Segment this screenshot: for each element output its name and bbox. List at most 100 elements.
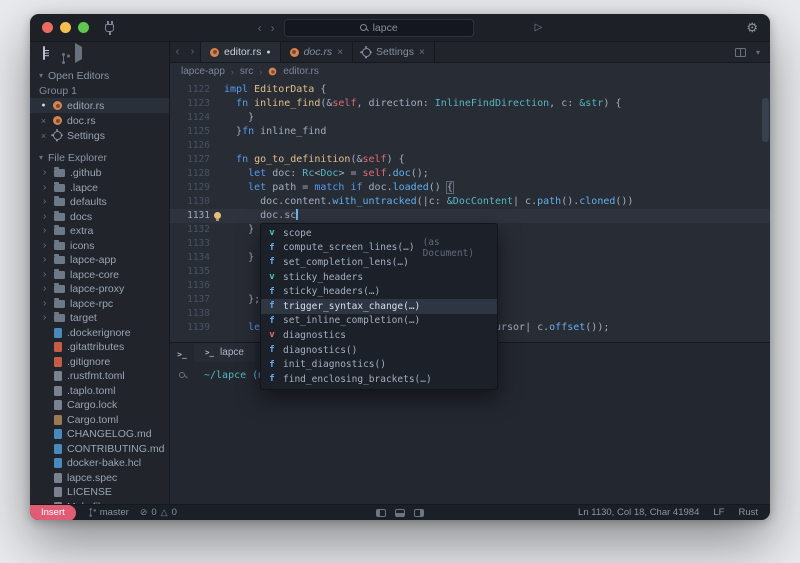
tab-label: editor.rs: [224, 46, 261, 58]
debug-icon[interactable]: [75, 47, 82, 59]
file-explorer-folder[interactable]: ›.github: [30, 166, 169, 181]
modified-dot[interactable]: ●: [39, 102, 48, 109]
close-icon[interactable]: ×: [419, 47, 425, 58]
tab-back-icon[interactable]: ‹: [170, 42, 185, 62]
code-text: fn go_to_definition(&self) {: [210, 153, 405, 167]
command-palette[interactable]: lapce: [284, 19, 474, 37]
file-name: .gitignore: [67, 356, 110, 368]
file-explorer-icon[interactable]: [43, 47, 45, 59]
eol-indicator[interactable]: LF: [713, 507, 724, 518]
editor-tab[interactable]: editor.rs●: [200, 42, 281, 62]
code-token: (): [429, 182, 447, 193]
code-text: [210, 279, 224, 293]
close-icon[interactable]: ×: [39, 116, 48, 126]
completion-label: find_enclosing_brackets(…): [283, 374, 432, 385]
file-explorer-folder[interactable]: ›.lapce: [30, 181, 169, 196]
chevron-right-icon: ›: [43, 226, 49, 236]
file-explorer-file[interactable]: .gitattributes: [30, 340, 169, 355]
open-editor-item[interactable]: ×doc.rs: [30, 113, 169, 128]
file-explorer-folder[interactable]: ›docs: [30, 210, 169, 225]
completion-item[interactable]: fset_inline_completion(…): [261, 314, 497, 329]
code-line: 1130 doc.content.with_untracked(|c: &Doc…: [170, 195, 770, 209]
code-action-lightbulb-icon[interactable]: [214, 212, 221, 219]
folder-icon: [54, 314, 65, 322]
file-explorer-folder[interactable]: › lapce-app: [30, 253, 169, 268]
completion-item[interactable]: finit_diagnostics(): [261, 357, 497, 372]
file-explorer-file[interactable]: LICENSE: [30, 485, 169, 500]
file-explorer-folder[interactable]: ›lapce-proxy: [30, 282, 169, 297]
file-explorer-folder[interactable]: ›lapce-rpc: [30, 297, 169, 312]
tab-menu-icon[interactable]: ▾: [756, 48, 760, 57]
close-icon[interactable]: ×: [39, 131, 48, 141]
completion-label: set_inline_completion(…): [283, 315, 420, 326]
gear-icon: [362, 48, 371, 57]
file-explorer-file[interactable]: .taplo.toml: [30, 384, 169, 399]
file-explorer-file[interactable]: CONTRIBUTING.md: [30, 442, 169, 457]
problems-indicator[interactable]: ⊘ 0 △ 0: [140, 507, 177, 518]
file-explorer-file[interactable]: .dockerignore: [30, 326, 169, 341]
folder-name: lapce-app: [70, 254, 116, 266]
completion-label: scope: [283, 228, 312, 239]
line-number: 1122: [170, 83, 210, 97]
chevron-right-icon: ›: [43, 313, 49, 323]
close-icon[interactable]: ×: [337, 47, 343, 58]
breadcrumb-item[interactable]: lapce-app: [181, 66, 225, 77]
back-icon[interactable]: ‹: [258, 22, 262, 34]
folder-icon: [54, 184, 65, 192]
run-button[interactable]: ▷: [535, 22, 543, 33]
code-token: ().: [561, 196, 579, 207]
completion-item[interactable]: fdiagnostics(): [261, 343, 497, 358]
split-editor-icon[interactable]: [735, 48, 746, 57]
completion-item[interactable]: ffind_enclosing_brackets(…): [261, 372, 497, 387]
code-token: Rc: [302, 168, 314, 179]
file-explorer-file[interactable]: Cargo.lock: [30, 398, 169, 413]
file-explorer-file[interactable]: docker-bake.hcl: [30, 456, 169, 471]
completion-item[interactable]: vdiagnostics: [261, 328, 497, 343]
terminal-icon[interactable]: >_: [177, 350, 187, 359]
editor-tab[interactable]: Settings×: [353, 42, 435, 62]
file-explorer-file[interactable]: lapce.spec: [30, 471, 169, 486]
editor-scrollbar[interactable]: [762, 98, 769, 142]
completion-item[interactable]: ftrigger_syntax_change(…): [261, 299, 497, 314]
file-explorer-file[interactable]: Cargo.toml: [30, 413, 169, 428]
toggle-right-panel-icon[interactable]: [414, 509, 424, 517]
completion-item[interactable]: fsticky_headers(…): [261, 284, 497, 299]
file-explorer-file[interactable]: .rustfmt.toml: [30, 369, 169, 384]
branch-indicator[interactable]: master: [87, 507, 129, 518]
completion-item[interactable]: vsticky_headers: [261, 270, 497, 285]
file-explorer-folder[interactable]: ›extra: [30, 224, 169, 239]
open-editors-header[interactable]: ▾ Open Editors: [30, 67, 169, 84]
code-line: 1128 let doc: Rc<Doc> = self.doc();: [170, 167, 770, 181]
tab-forward-icon[interactable]: ›: [185, 42, 200, 62]
completion-item[interactable]: fcompute_screen_lines(…)(as Document): [261, 241, 497, 256]
file-icon: [54, 415, 62, 425]
forward-icon[interactable]: ›: [271, 22, 275, 34]
editor-tab[interactable]: doc.rs×: [281, 42, 353, 62]
status-right: Ln 1130, Col 18, Char 41984 LF Rust: [578, 507, 770, 518]
file-explorer-folder[interactable]: ›target: [30, 311, 169, 326]
settings-gear-icon[interactable]: ⚙: [746, 21, 758, 34]
open-editor-item[interactable]: ×Settings: [30, 128, 169, 143]
line-number: 1139: [170, 321, 210, 335]
file-explorer-file[interactable]: .gitignore: [30, 355, 169, 370]
breadcrumb-item[interactable]: src: [240, 66, 253, 77]
breadcrumb-item[interactable]: editor.rs: [283, 66, 319, 77]
toggle-left-panel-icon[interactable]: [376, 509, 386, 517]
editor-mode-badge[interactable]: Insert: [30, 505, 76, 521]
file-name: .dockerignore: [67, 327, 131, 339]
chevron-right-icon: ›: [43, 255, 49, 265]
file-explorer-file[interactable]: CHANGELOG.md: [30, 427, 169, 442]
terminal-tab[interactable]: >_ lapce: [194, 343, 255, 362]
cursor-position[interactable]: Ln 1130, Col 18, Char 41984: [578, 507, 699, 518]
search-icon[interactable]: [179, 372, 185, 378]
language-indicator[interactable]: Rust: [738, 507, 758, 518]
line-number: 1126: [170, 139, 210, 153]
open-editor-item[interactable]: ●editor.rs: [30, 98, 169, 113]
file-explorer-folder[interactable]: ›defaults: [30, 195, 169, 210]
completion-kind-icon: f: [267, 243, 277, 253]
code-token: doc.sc: [224, 210, 296, 221]
file-explorer-folder[interactable]: ›icons: [30, 239, 169, 254]
file-explorer-header[interactable]: ▾ File Explorer: [30, 149, 169, 166]
file-explorer-folder[interactable]: ›lapce-core: [30, 268, 169, 283]
toggle-bottom-panel-icon[interactable]: [395, 509, 405, 517]
